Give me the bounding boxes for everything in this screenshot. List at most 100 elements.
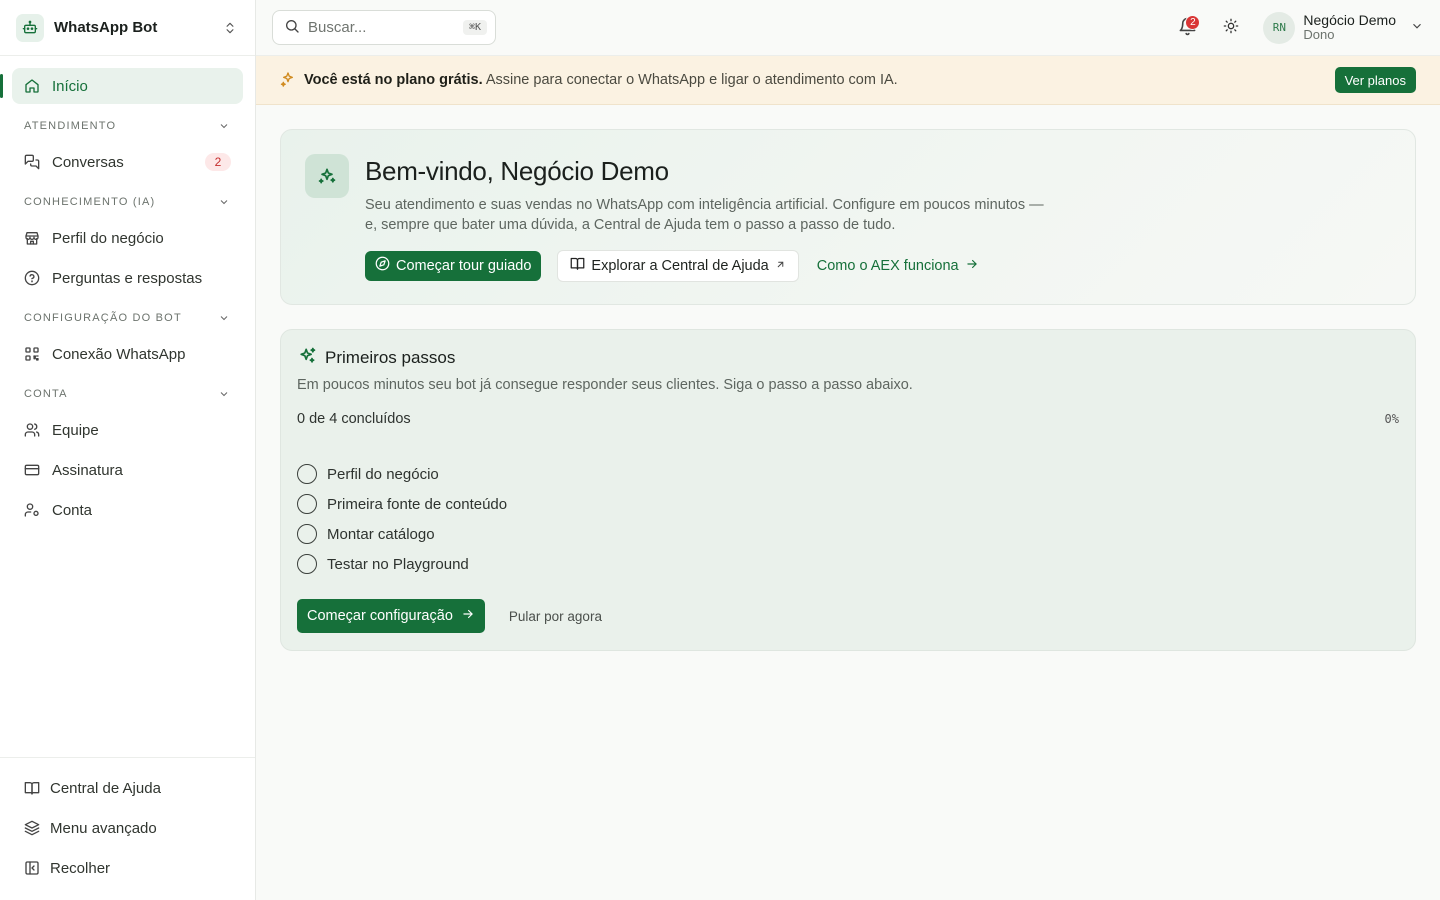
first-steps-card: Primeiros passos Em poucos minutos seu b… bbox=[280, 329, 1416, 651]
step-label: Montar catálogo bbox=[327, 525, 435, 543]
store-icon bbox=[24, 230, 40, 246]
sidebar-item-label: Central de Ajuda bbox=[50, 779, 161, 797]
start-tour-label: Começar tour guiado bbox=[396, 257, 532, 274]
explore-help-label: Explorar a Central de Ajuda bbox=[591, 257, 769, 274]
step-item[interactable]: Testar no Playground bbox=[297, 549, 1399, 579]
progress-row: 0 de 4 concluídos 0% bbox=[297, 411, 1399, 427]
sidebar-footer: Central de Ajuda Menu avançado Recolher bbox=[0, 757, 255, 900]
chevrons-up-down-icon[interactable] bbox=[221, 19, 239, 37]
notification-count-badge: 2 bbox=[1185, 14, 1201, 30]
theme-toggle-button[interactable] bbox=[1215, 12, 1247, 44]
sidebar-item-label: Conversas bbox=[52, 153, 124, 171]
home-icon bbox=[24, 78, 40, 94]
user-cog-icon bbox=[24, 502, 40, 518]
start-setup-label: Começar configuração bbox=[307, 608, 453, 624]
first-steps-header: Primeiros passos bbox=[297, 346, 1399, 369]
steps-actions: Começar configuração Pular por agora bbox=[297, 599, 1399, 633]
sidebar-item-advanced-menu[interactable]: Menu avançado bbox=[12, 810, 243, 846]
panel-left-icon bbox=[24, 860, 40, 876]
step-label: Perfil do negócio bbox=[327, 465, 439, 483]
section-title: CONTA bbox=[24, 388, 68, 400]
section-title: CONHECIMENTO (IA) bbox=[24, 196, 156, 208]
view-plans-button[interactable]: Ver planos bbox=[1334, 67, 1416, 93]
start-tour-button[interactable]: Começar tour guiado bbox=[365, 250, 542, 281]
notifications-button[interactable]: 2 bbox=[1171, 12, 1203, 44]
users-icon bbox=[24, 422, 40, 438]
user-info: Negócio Demo Dono bbox=[1303, 12, 1396, 43]
plan-message-text: Assine para conectar o WhatsApp e ligar … bbox=[482, 72, 898, 88]
arrow-right-icon bbox=[461, 607, 475, 625]
sidebar-item-help-center[interactable]: Central de Ajuda bbox=[12, 770, 243, 806]
plan-message-bold: Você está no plano grátis. bbox=[304, 72, 483, 88]
sun-icon bbox=[1223, 18, 1239, 37]
step-item[interactable]: Perfil do negócio bbox=[297, 459, 1399, 489]
sidebar-item-label: Recolher bbox=[50, 859, 111, 877]
step-checkbox[interactable] bbox=[297, 494, 317, 514]
sidebar-collapse-button[interactable]: Recolher bbox=[12, 850, 243, 886]
sparkles-icon bbox=[280, 71, 296, 90]
steps-list: Perfil do negócio Primeira fonte de cont… bbox=[297, 459, 1399, 579]
welcome-actions: Começar tour guiado Explorar a Central d… bbox=[365, 249, 1391, 282]
chat-icon bbox=[24, 154, 40, 170]
layers-icon bbox=[24, 820, 40, 836]
sidebar-item-home[interactable]: Início bbox=[0, 68, 243, 104]
sidebar-item-label: Conta bbox=[52, 501, 93, 519]
sidebar-item-label: Início bbox=[52, 77, 88, 95]
page-content: Bem-vindo, Negócio Demo Seu atendimento … bbox=[256, 105, 1440, 900]
help-circle-icon bbox=[24, 270, 40, 286]
qr-code-icon bbox=[24, 346, 40, 362]
sidebar-item-conta[interactable]: Conta bbox=[12, 492, 243, 528]
credit-card-icon bbox=[24, 462, 40, 478]
shortcut-hint: ⌘K bbox=[462, 20, 487, 35]
chevron-down-icon bbox=[217, 119, 231, 133]
step-item[interactable]: Primeira fonte de conteúdo bbox=[297, 489, 1399, 519]
first-steps-title: Primeiros passos bbox=[325, 347, 456, 367]
search-icon bbox=[284, 18, 300, 37]
user-menu[interactable]: RN Negócio Demo Dono bbox=[1263, 11, 1424, 44]
sidebar-item-conexao[interactable]: Conexão WhatsApp bbox=[12, 336, 243, 372]
how-it-works-link[interactable]: Como o AEX funciona bbox=[815, 251, 981, 281]
sidebar-item-label: Conexão WhatsApp bbox=[52, 345, 186, 363]
search-box[interactable]: ⌘K bbox=[272, 10, 496, 45]
main-area: ⌘K 2 RN Negócio Demo Dono bbox=[256, 0, 1440, 900]
sidebar-item-label: Menu avançado bbox=[50, 819, 157, 837]
section-conta[interactable]: CONTA bbox=[12, 376, 243, 412]
step-label: Primeira fonte de conteúdo bbox=[327, 495, 508, 513]
progress-percent: 0% bbox=[1384, 412, 1399, 426]
plan-message: Você está no plano grátis. Assine para c… bbox=[304, 72, 1327, 88]
sidebar-item-label: Perfil do negócio bbox=[52, 229, 164, 247]
sidebar-item-conversas[interactable]: Conversas 2 bbox=[12, 144, 243, 180]
section-title: CONFIGURAÇÃO DO BOT bbox=[24, 312, 182, 324]
page-title: Bem-vindo, Negócio Demo bbox=[365, 156, 669, 186]
sidebar-item-assinatura[interactable]: Assinatura bbox=[12, 452, 243, 488]
brand-header[interactable]: WhatsApp Bot bbox=[0, 0, 255, 56]
bot-icon bbox=[16, 13, 44, 42]
sidebar-item-perfil[interactable]: Perfil do negócio bbox=[12, 220, 243, 256]
section-configuracao[interactable]: CONFIGURAÇÃO DO BOT bbox=[12, 300, 243, 336]
avatar: RN bbox=[1263, 11, 1296, 44]
topbar: ⌘K 2 RN Negócio Demo Dono bbox=[256, 0, 1440, 56]
search-input[interactable] bbox=[308, 19, 455, 36]
sidebar-item-perguntas[interactable]: Perguntas e respostas bbox=[12, 260, 243, 296]
section-title: ATENDIMENTO bbox=[24, 120, 117, 132]
section-conhecimento[interactable]: CONHECIMENTO (IA) bbox=[12, 184, 243, 220]
book-icon bbox=[570, 256, 585, 275]
user-name: Negócio Demo bbox=[1303, 11, 1396, 28]
welcome-card: Bem-vindo, Negócio Demo Seu atendimento … bbox=[280, 129, 1416, 305]
brand-name: WhatsApp Bot bbox=[54, 19, 158, 36]
section-atendimento[interactable]: ATENDIMENTO bbox=[12, 108, 243, 144]
sidebar-item-label: Perguntas e respostas bbox=[52, 269, 203, 287]
arrow-up-right-icon bbox=[775, 258, 786, 274]
progress-count: 0 de 4 concluídos bbox=[297, 411, 411, 427]
step-item[interactable]: Montar catálogo bbox=[297, 519, 1399, 549]
skip-link[interactable]: Pular por agora bbox=[509, 609, 602, 624]
sidebar-item-equipe[interactable]: Equipe bbox=[12, 412, 243, 448]
step-checkbox[interactable] bbox=[297, 554, 317, 574]
explore-help-button[interactable]: Explorar a Central de Ajuda bbox=[557, 249, 799, 282]
step-checkbox[interactable] bbox=[297, 524, 317, 544]
step-checkbox[interactable] bbox=[297, 464, 317, 484]
book-icon bbox=[24, 780, 40, 796]
first-steps-subtitle: Em poucos minutos seu bot já consegue re… bbox=[297, 377, 913, 393]
start-setup-button[interactable]: Começar configuração bbox=[297, 599, 485, 633]
sidebar: WhatsApp Bot Início ATENDIMENTO Conversa… bbox=[0, 0, 256, 900]
